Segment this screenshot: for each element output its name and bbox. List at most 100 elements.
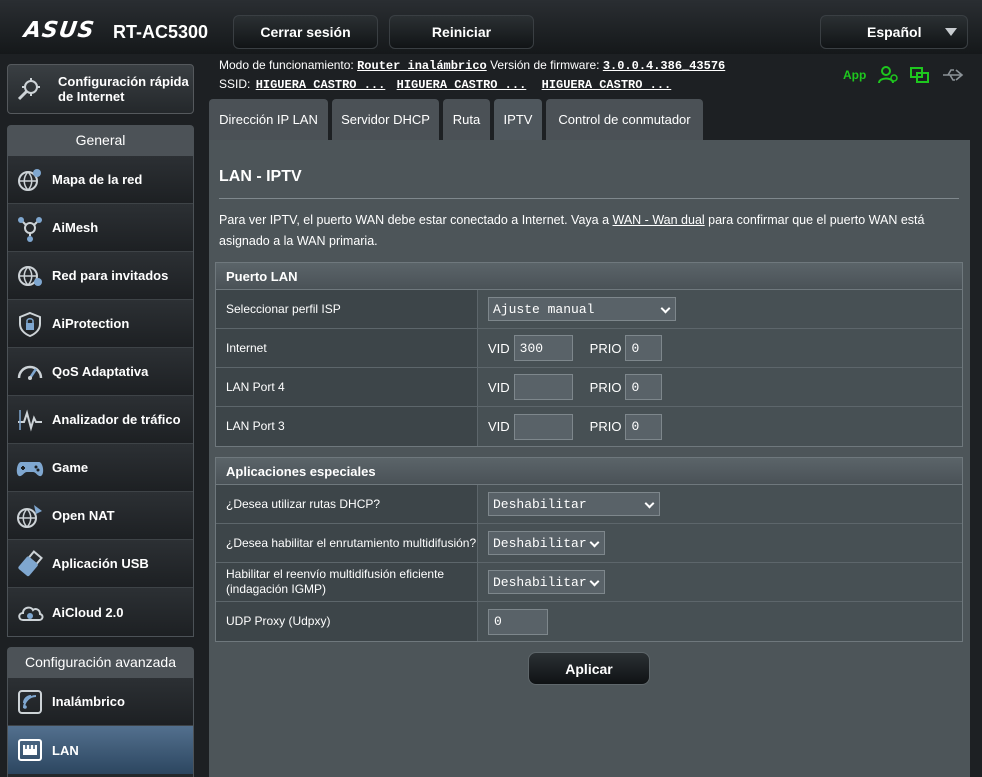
prio-label: PRIO [589,340,622,356]
dhcp-routes-label: ¿Desea utilizar rutas DHCP? [216,485,478,523]
igmp-snooping-select[interactable]: Deshabilitar [488,570,605,594]
sidebar-item-label: Red para invitados [52,268,169,283]
lan3-prio-input[interactable]: 0 [625,413,663,440]
sidebar-item-adaptive-qos[interactable]: QoS Adaptativa [8,348,193,396]
advanced-menu: Inalámbrico LAN [7,677,194,777]
vid-label: VID [488,340,510,356]
language-select[interactable]: Español [820,15,968,49]
sidebar-item-usb-application[interactable]: Aplicación USB [8,540,193,588]
quick-setup-label: Configuración rápida de Internet [58,74,189,104]
page-description: Para ver IPTV, el puerto WAN debe estar … [219,210,964,252]
usb-drive-icon [15,549,45,579]
guest-globe-icon [15,261,45,291]
sidebar-item-network-map[interactable]: Mapa de la red [8,156,193,204]
chevron-down-icon [945,28,957,36]
general-section-title: General [7,125,194,155]
logout-button[interactable]: Cerrar sesión [233,15,378,49]
firmware-value-link[interactable]: 3.0.0.4.386_43576 [603,59,725,73]
reboot-button[interactable]: Reiniciar [389,15,534,49]
quick-internet-setup[interactable]: Configuración rápida de Internet [7,64,194,114]
sidebar-item-aicloud[interactable]: AiCloud 2.0 [8,588,193,636]
udp-proxy-input[interactable]: 0 [488,608,548,635]
table-row: ¿Desea habilitar el enrutamiento multidi… [216,524,962,563]
table-row: Habilitar el reenvío multidifusión efici… [216,563,962,602]
status-icons: App [843,66,964,84]
vid-label: VID [488,419,510,434]
clients-icon[interactable] [878,66,899,84]
multicast-routing-cell: Deshabilitar [478,524,962,562]
asus-logo: ASUS [22,18,97,43]
chevron-down-icon [660,303,671,314]
chevron-down-icon [589,537,600,548]
page-title: LAN - IPTV [219,168,302,185]
lan4-vid-input[interactable] [513,374,573,400]
tab-route[interactable]: Ruta [443,99,490,140]
globe-pin-icon [15,165,45,195]
internet-prio-input[interactable]: 0 [625,335,663,361]
port-cell: VID 300 PRIO 0 [478,329,962,367]
udp-proxy-label: UDP Proxy (Udpxy) [216,602,478,641]
usb-icon[interactable] [942,67,964,83]
isp-profile-cell: Ajuste manual [478,290,962,328]
lan-port-header: Puerto LAN [216,263,962,290]
sidebar-item-aimesh[interactable]: AiMesh [8,204,193,252]
tab-lan-ip[interactable]: Dirección IP LAN [209,99,328,140]
sidebar-item-lan[interactable]: LAN [8,726,193,774]
mode-value-link[interactable]: Router inalámbrico [357,59,487,73]
ssid-line: SSID: HIGUERA CASTRO ... HIGUERA CASTRO … [219,77,671,92]
tab-switch-control[interactable]: Control de conmutador [546,99,703,140]
sidebar-item-game[interactable]: Game [8,444,193,492]
sidebar-item-traffic-analyzer[interactable]: Analizador de tráfico [8,396,193,444]
sidebar-item-label: Aplicación USB [52,556,149,571]
lan-port-icon [15,735,45,765]
sidebar-item-label: Inalámbrico [52,694,125,709]
dhcp-routes-cell: Deshabilitar [478,485,962,523]
tab-iptv[interactable]: IPTV [494,99,542,140]
mesh-icon [15,213,45,243]
wan-dual-link[interactable]: WAN - Wan dual [613,213,705,227]
sidebar-item-label: QoS Adaptativa [52,364,149,379]
shield-lock-icon [15,309,45,339]
lan4-prio-input[interactable]: 0 [625,374,663,400]
language-value: Español [867,24,922,40]
app-link[interactable]: App [843,68,866,82]
router-model: RT-AC5300 [113,22,209,42]
network-icon[interactable] [910,66,930,84]
special-apps-table: Aplicaciones especiales ¿Desea utilizar … [215,457,963,642]
table-row: ¿Desea utilizar rutas DHCP? Deshabilitar [216,485,962,524]
prio-label: PRIO [589,419,622,434]
wifi-icon [15,687,45,717]
isp-profile-select[interactable]: Ajuste manual [488,297,676,321]
sidebar-item-open-nat[interactable]: Open NAT [8,492,193,540]
port-cell: VID PRIO 0 [478,368,962,406]
tab-dhcp-server[interactable]: Servidor DHCP [332,99,439,140]
lan3-vid-input[interactable] [513,413,573,440]
chevron-down-icon [644,498,655,509]
port-cell: VID PRIO 0 [478,407,962,446]
sidebar-item-aiprotection[interactable]: AiProtection [8,300,193,348]
content-panel: LAN - IPTV Para ver IPTV, el puerto WAN … [209,140,970,777]
ssid-link-2[interactable]: HIGUERA CASTRO ... [397,78,527,92]
operation-mode-line: Modo de funcionamiento: Router inalámbri… [219,58,725,73]
sidebar-item-label: Analizador de tráfico [52,412,181,427]
sidebar-item-label: AiMesh [52,220,99,235]
gamepad-icon [15,453,45,483]
multicast-routing-select[interactable]: Deshabilitar [488,531,605,555]
isp-profile-value: Ajuste manual [493,301,595,317]
sidebar-item-wireless[interactable]: Inalámbrico [8,678,193,726]
dhcp-routes-select[interactable]: Deshabilitar [488,492,660,516]
ssid-link-3[interactable]: HIGUERA CASTRO ... [542,78,672,92]
ssid-label: SSID: [219,77,251,91]
title-divider [219,198,959,199]
apply-button[interactable]: Aplicar [528,652,650,685]
internet-vid-input[interactable]: 300 [513,335,573,361]
sidebar-item-guest-network[interactable]: Red para invitados [8,252,193,300]
port-label: Internet [216,329,478,367]
ssid-link-1[interactable]: HIGUERA CASTRO ... [256,78,386,92]
multicast-routing-label: ¿Desea habilitar el enrutamiento multidi… [216,524,478,562]
igmp-snooping-cell: Deshabilitar [478,563,962,601]
table-row: UDP Proxy (Udpxy) 0 [216,602,962,641]
prio-label: PRIO [589,379,622,395]
description-text-1: Para ver IPTV, el puerto WAN debe estar … [219,213,613,227]
nat-globe-icon [15,501,45,531]
